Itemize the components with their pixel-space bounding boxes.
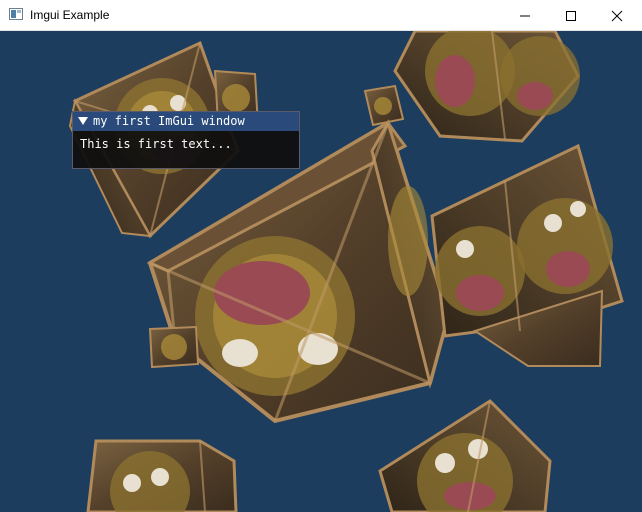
- close-button[interactable]: [594, 0, 640, 31]
- window-titlebar[interactable]: Imgui Example: [0, 0, 642, 31]
- crate-bottom-left: [86, 439, 238, 512]
- app-window-icon: [9, 8, 23, 20]
- minimize-button[interactable]: [502, 0, 548, 31]
- close-icon: [611, 10, 623, 22]
- imgui-window-title: my first ImGui window: [93, 114, 245, 128]
- render-viewport[interactable]: my first ImGui window This is first text…: [0, 31, 642, 512]
- imgui-window-text: This is first text...: [80, 137, 232, 151]
- crate-small-left: [148, 325, 200, 369]
- collapse-arrow-icon[interactable]: [78, 116, 88, 126]
- crate-tiny: [363, 84, 405, 127]
- imgui-window[interactable]: my first ImGui window This is first text…: [72, 111, 300, 169]
- maximize-icon: [566, 11, 576, 21]
- crate-bottom-right: [378, 399, 552, 512]
- crate-right: [430, 143, 624, 367]
- maximize-button[interactable]: [548, 0, 594, 31]
- minimize-icon: [520, 15, 530, 17]
- window-title: Imgui Example: [30, 8, 110, 22]
- imgui-window-titlebar[interactable]: my first ImGui window: [73, 112, 299, 131]
- crate-scene: [68, 31, 624, 512]
- crate-top-right: [393, 31, 580, 143]
